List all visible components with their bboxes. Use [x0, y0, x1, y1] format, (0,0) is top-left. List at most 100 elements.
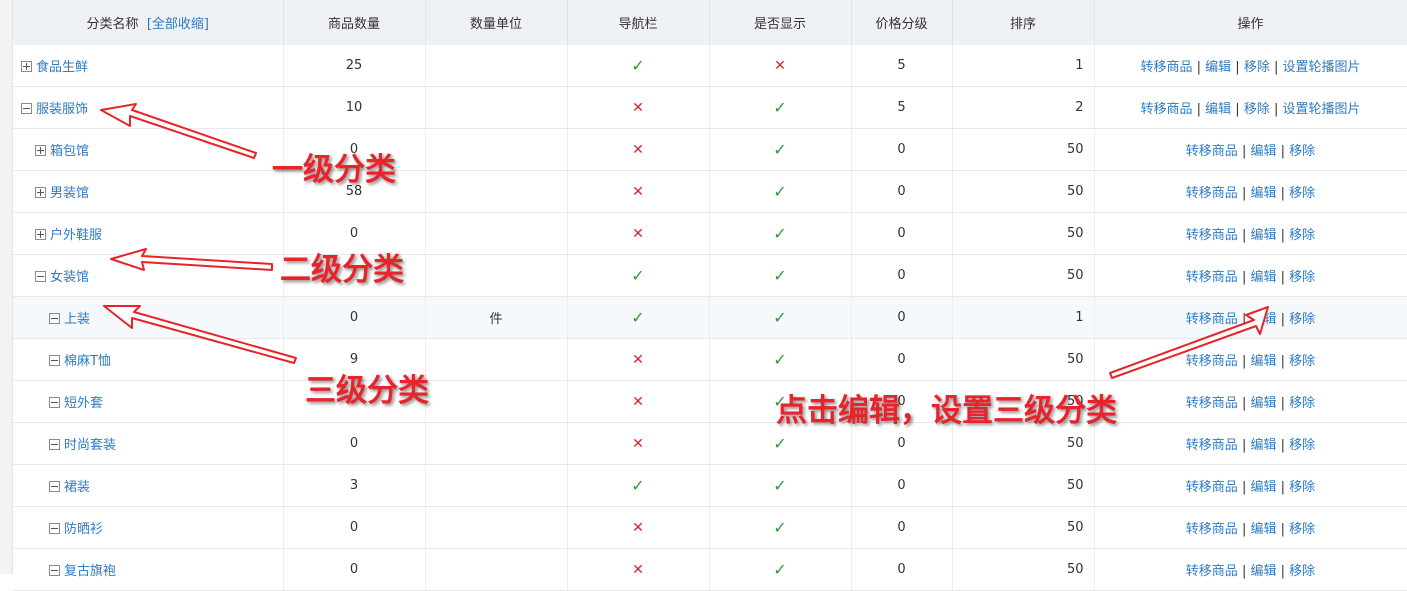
- edit-link[interactable]: 编辑: [1250, 522, 1276, 537]
- category-name[interactable]: 女装馆: [50, 270, 89, 285]
- nav-cross-icon[interactable]: ✕: [632, 520, 644, 536]
- edit-link[interactable]: 编辑: [1250, 144, 1276, 159]
- transfer-goods-link[interactable]: 转移商品: [1186, 564, 1238, 579]
- remove-link[interactable]: 移除: [1289, 144, 1315, 159]
- expand-icon[interactable]: [35, 187, 46, 198]
- show-check-icon[interactable]: ✓: [773, 560, 786, 579]
- transfer-goods-link[interactable]: 转移商品: [1186, 312, 1238, 327]
- transfer-goods-link[interactable]: 转移商品: [1186, 438, 1238, 453]
- category-name[interactable]: 棉麻T恤: [64, 354, 111, 369]
- remove-link[interactable]: 移除: [1244, 60, 1270, 75]
- category-name[interactable]: 箱包馆: [50, 144, 89, 159]
- annotation-edit-hint: 点击编辑，设置三级分类: [776, 393, 1117, 429]
- nav-check-icon[interactable]: ✓: [631, 266, 644, 285]
- category-name[interactable]: 食品生鲜: [36, 60, 88, 75]
- remove-link[interactable]: 移除: [1289, 270, 1315, 285]
- nav-status: ✕: [567, 548, 710, 591]
- collapse-icon[interactable]: [49, 397, 60, 408]
- show-check-icon[interactable]: ✓: [773, 140, 786, 159]
- show-check-icon[interactable]: ✓: [773, 434, 786, 453]
- collapse-icon[interactable]: [35, 271, 46, 282]
- expand-icon[interactable]: [21, 61, 32, 72]
- edit-link[interactable]: 编辑: [1250, 438, 1276, 453]
- edit-link[interactable]: 编辑: [1250, 228, 1276, 243]
- table-row: 复古旗袍 0 ✕ ✓ 0 50 转移商品 | 编辑 | 移除: [13, 548, 1407, 591]
- collapse-icon[interactable]: [49, 439, 60, 450]
- nav-cross-icon[interactable]: ✕: [632, 352, 644, 368]
- expand-icon[interactable]: [35, 145, 46, 156]
- nav-check-icon[interactable]: ✓: [631, 56, 644, 75]
- category-name[interactable]: 短外套: [64, 396, 103, 411]
- remove-link[interactable]: 移除: [1289, 480, 1315, 495]
- collapse-icon[interactable]: [49, 481, 60, 492]
- remove-link[interactable]: 移除: [1289, 522, 1315, 537]
- remove-link[interactable]: 移除: [1244, 102, 1270, 117]
- show-check-icon[interactable]: ✓: [773, 266, 786, 285]
- table-row: 服装服饰 10 ✕ ✓ 5 2 转移商品 | 编辑 | 移除 | 设置轮播图片: [13, 86, 1407, 129]
- category-name[interactable]: 服装服饰: [36, 102, 88, 117]
- set-carousel-link[interactable]: 设置轮播图片: [1283, 60, 1361, 75]
- transfer-goods-link[interactable]: 转移商品: [1186, 354, 1238, 369]
- edit-link[interactable]: 编辑: [1250, 480, 1276, 495]
- remove-link[interactable]: 移除: [1289, 354, 1315, 369]
- remove-link[interactable]: 移除: [1289, 312, 1315, 327]
- remove-link[interactable]: 移除: [1289, 228, 1315, 243]
- set-carousel-link[interactable]: 设置轮播图片: [1283, 102, 1361, 117]
- nav-cross-icon[interactable]: ✕: [632, 394, 644, 410]
- nav-cross-icon[interactable]: ✕: [632, 184, 644, 200]
- edit-link[interactable]: 编辑: [1250, 186, 1276, 201]
- collapse-icon[interactable]: [21, 103, 32, 114]
- show-check-icon[interactable]: ✓: [773, 518, 786, 537]
- show-check-icon[interactable]: ✓: [773, 224, 786, 243]
- category-name[interactable]: 防晒衫: [64, 522, 103, 537]
- nav-cross-icon[interactable]: ✕: [632, 562, 644, 578]
- show-check-icon[interactable]: ✓: [773, 476, 786, 495]
- remove-link[interactable]: 移除: [1289, 396, 1315, 411]
- edit-link[interactable]: 编辑: [1250, 312, 1276, 327]
- transfer-goods-link[interactable]: 转移商品: [1186, 228, 1238, 243]
- remove-link[interactable]: 移除: [1289, 186, 1315, 201]
- transfer-goods-link[interactable]: 转移商品: [1186, 522, 1238, 537]
- category-name[interactable]: 裙装: [64, 480, 90, 495]
- category-name[interactable]: 时尚套装: [64, 438, 116, 453]
- nav-cross-icon[interactable]: ✕: [632, 142, 644, 158]
- transfer-goods-link[interactable]: 转移商品: [1186, 186, 1238, 201]
- expand-icon[interactable]: [35, 229, 46, 240]
- edit-link[interactable]: 编辑: [1250, 564, 1276, 579]
- show-check-icon[interactable]: ✓: [773, 98, 786, 117]
- transfer-goods-link[interactable]: 转移商品: [1186, 270, 1238, 285]
- collapse-all-link[interactable]: [全部收缩]: [147, 17, 209, 32]
- collapse-icon[interactable]: [49, 313, 60, 324]
- edit-link[interactable]: 编辑: [1250, 396, 1276, 411]
- edit-link[interactable]: 编辑: [1205, 102, 1231, 117]
- edit-link[interactable]: 编辑: [1250, 270, 1276, 285]
- show-check-icon[interactable]: ✓: [773, 350, 786, 369]
- collapse-icon[interactable]: [49, 355, 60, 366]
- transfer-goods-link[interactable]: 转移商品: [1186, 396, 1238, 411]
- show-check-icon[interactable]: ✓: [773, 182, 786, 201]
- edit-link[interactable]: 编辑: [1205, 60, 1231, 75]
- collapse-icon[interactable]: [49, 565, 60, 576]
- separator: |: [1241, 270, 1247, 285]
- edit-link[interactable]: 编辑: [1250, 354, 1276, 369]
- remove-link[interactable]: 移除: [1289, 438, 1315, 453]
- transfer-goods-link[interactable]: 转移商品: [1186, 144, 1238, 159]
- category-name[interactable]: 户外鞋服: [50, 228, 102, 243]
- transfer-goods-link[interactable]: 转移商品: [1140, 102, 1192, 117]
- nav-cross-icon[interactable]: ✕: [632, 436, 644, 452]
- transfer-goods-link[interactable]: 转移商品: [1186, 480, 1238, 495]
- collapse-icon[interactable]: [49, 523, 60, 534]
- show-check-icon[interactable]: ✓: [773, 308, 786, 327]
- nav-check-icon[interactable]: ✓: [631, 476, 644, 495]
- category-name[interactable]: 男装馆: [50, 186, 89, 201]
- nav-cross-icon[interactable]: ✕: [632, 100, 644, 116]
- nav-check-icon[interactable]: ✓: [631, 308, 644, 327]
- show-cross-icon[interactable]: ✕: [774, 58, 786, 74]
- sort-order: 50: [952, 254, 1095, 297]
- category-name[interactable]: 复古旗袍: [64, 564, 116, 579]
- transfer-goods-link[interactable]: 转移商品: [1140, 60, 1192, 75]
- remove-link[interactable]: 移除: [1289, 564, 1315, 579]
- category-name[interactable]: 上装: [64, 312, 90, 327]
- nav-cross-icon[interactable]: ✕: [632, 226, 644, 242]
- separator: |: [1241, 522, 1247, 537]
